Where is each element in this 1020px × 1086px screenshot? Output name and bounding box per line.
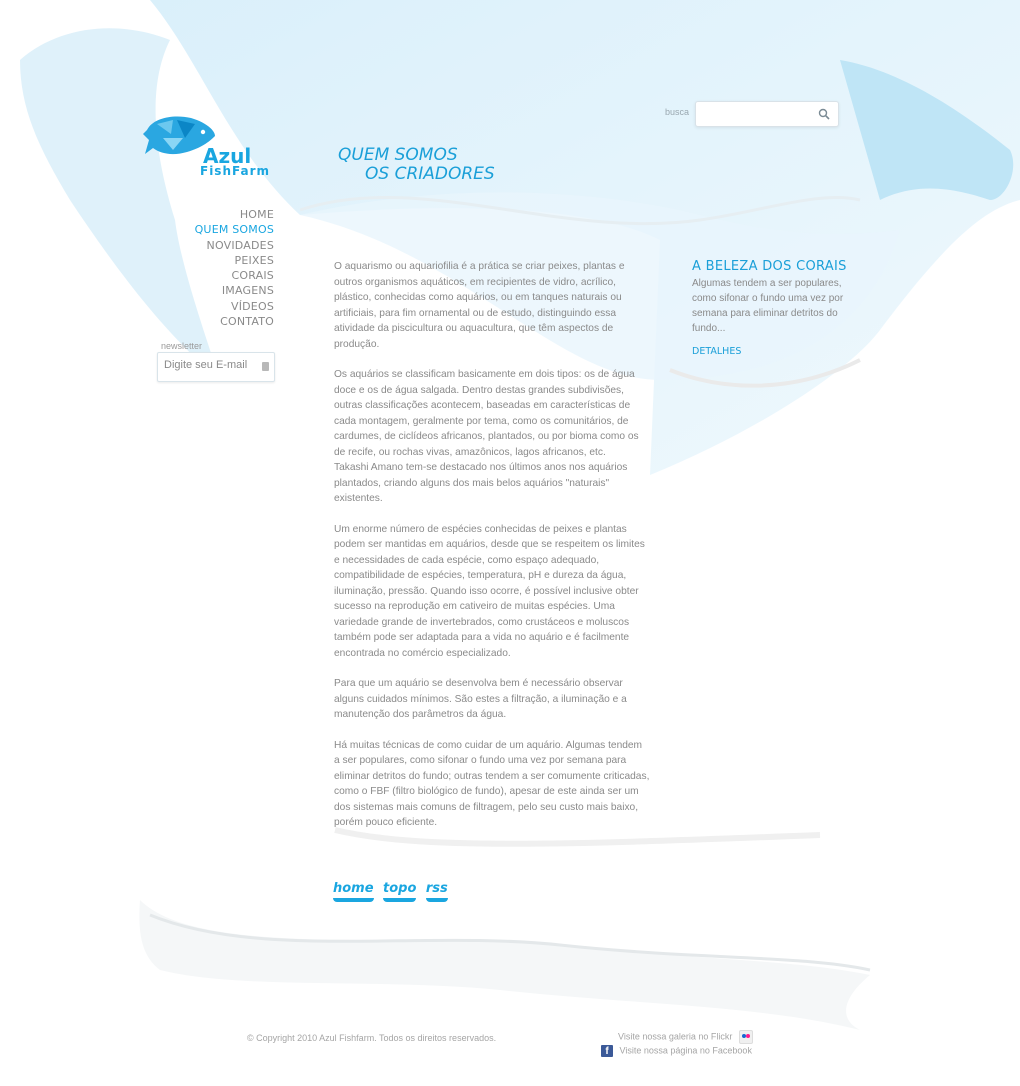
sidebar-title: A BELEZA DOS CORAIS [692,259,847,274]
nav-item-home[interactable]: HOME [195,207,274,222]
flickr-link-text: Visite nossa galeria no Flickr [618,1031,733,1042]
page-title-line2: OS CRIADORES [365,164,495,184]
nav-item-imagens[interactable]: IMAGENS [195,283,274,298]
main-nav: HOME QUEM SOMOS NOVIDADES PEIXES CORAIS … [195,207,274,329]
facebook-link-text: Visite nossa página no Facebook [619,1045,752,1056]
footer-links: home topo rss [333,879,453,902]
search-icon[interactable] [818,108,830,120]
nav-item-novidades[interactable]: NOVIDADES [195,238,274,253]
facebook-icon: f [601,1045,613,1057]
search-box [695,101,839,127]
main-content: O aquarismo ou aquariofilia é a prática … [334,259,650,846]
brand-logo[interactable]: Azul FishFarm [143,112,283,182]
newsletter-box [157,352,275,382]
content-paragraph: Um enorme número de espécies conhecidas … [334,523,645,659]
footer-link-rss[interactable]: rss [425,881,448,902]
newsletter-label: newsletter [161,341,203,351]
nav-item-quem-somos[interactable]: QUEM SOMOS [195,222,274,237]
footer-link-home[interactable]: home [333,881,374,902]
content-paragraph: Há muitas técnicas de como cuidar de um … [334,739,650,829]
content-paragraph-part: Os aquários se classificam basicamente e… [334,369,639,458]
flickr-icon [738,1030,753,1044]
nav-item-contato[interactable]: CONTATO [195,314,274,329]
footer-link-topo[interactable]: topo [383,881,417,902]
newsletter-submit-icon[interactable] [262,362,269,371]
page-title-line1: QUEM SOMOS [338,145,458,165]
search-input[interactable] [702,106,816,120]
sidebar-feature: A BELEZA DOS CORAIS Algumas tendem a ser… [692,259,852,357]
content-paragraph: O aquarismo ou aquariofilia é a prática … [334,261,625,350]
flickr-link[interactable]: Visite nossa galeria no Flickr [618,1030,753,1044]
search-label: busca [665,107,690,117]
content-paragraph-part: Takashi Amano tem-se destacado nos últim… [334,462,628,504]
brand-subtitle: FishFarm [200,164,271,178]
nav-item-peixes[interactable]: PEIXES [195,253,274,268]
page-title: QUEM SOMOS OS CRIADORES [338,146,495,184]
content-paragraph: Para que um aquário se desenvolva bem é … [334,678,627,720]
nav-item-corais[interactable]: CORAIS [195,268,274,283]
facebook-link[interactable]: f Visite nossa página no Facebook [601,1045,752,1057]
nav-item-videos[interactable]: VÍDEOS [195,299,274,314]
details-link[interactable]: DETALHES [692,346,852,357]
sidebar-text: Algumas tendem a ser populares, como sif… [692,278,844,334]
newsletter-email-input[interactable] [164,359,254,371]
copyright-text: © Copyright 2010 Azul Fishfarm. Todos os… [247,1033,497,1043]
content-paragraph: Os aquários se classificam basicamente e… [334,367,650,507]
